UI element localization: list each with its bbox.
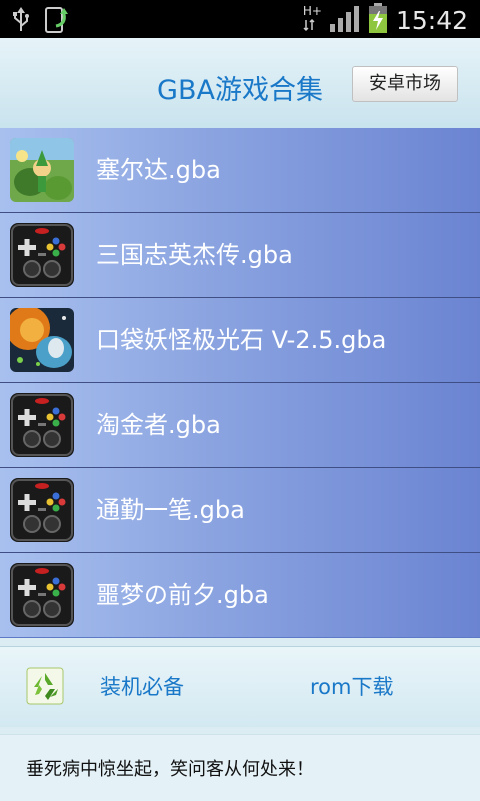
rom-download-link[interactable]: rom下载 (310, 671, 393, 701)
game-title: 噩梦の前夕.gba (96, 581, 269, 609)
clock: 15:42 (395, 5, 468, 35)
quote-text: 垂死病中惊坐起，笑问客从何处来！ (26, 759, 314, 780)
game-title: 塞尔达.gba (96, 156, 221, 184)
essentials-link[interactable]: 装机必备 (100, 671, 184, 701)
recycle-icon[interactable] (26, 667, 64, 705)
game-list-item[interactable]: 噩梦の前夕.gba (0, 553, 480, 637)
usb-icon (12, 7, 30, 37)
battery-charging-icon (368, 3, 388, 37)
game-title: 通勤一笔.gba (96, 496, 245, 524)
gamepad-icon (10, 563, 74, 627)
app-update-icon (44, 6, 72, 38)
quote-banner: 垂死病中惊坐起，笑问客从何处来！ (0, 734, 480, 801)
game-list: 塞尔达.gba 三国志英杰传.gba 口袋妖怪极光石 V-2.5.gba 淘金者… (0, 128, 480, 638)
app-header: GBA游戏合集 安卓市场 (0, 38, 480, 129)
game-list-item[interactable]: 三国志英杰传.gba (0, 213, 480, 298)
android-market-button[interactable]: 安卓市场 (352, 66, 458, 102)
pokemon-cover-icon (10, 308, 74, 372)
game-list-item[interactable]: 塞尔达.gba (0, 128, 480, 213)
gamepad-icon (10, 478, 74, 542)
network-icon: H+ (303, 5, 322, 36)
game-title: 三国志英杰传.gba (96, 241, 293, 269)
game-list-item[interactable]: 通勤一笔.gba (0, 468, 480, 553)
game-title: 淘金者.gba (96, 411, 221, 439)
bottom-bar: 装机必备 rom下载 (0, 646, 480, 727)
status-bar: H+ 15:42 (0, 0, 480, 38)
signal-icon (329, 4, 360, 36)
gamepad-icon (10, 223, 74, 287)
zelda-cover-icon (10, 138, 74, 202)
game-title: 口袋妖怪极光石 V-2.5.gba (96, 326, 387, 354)
gamepad-icon (10, 393, 74, 457)
game-list-item[interactable]: 淘金者.gba (0, 383, 480, 468)
game-list-item[interactable]: 口袋妖怪极光石 V-2.5.gba (0, 298, 480, 383)
